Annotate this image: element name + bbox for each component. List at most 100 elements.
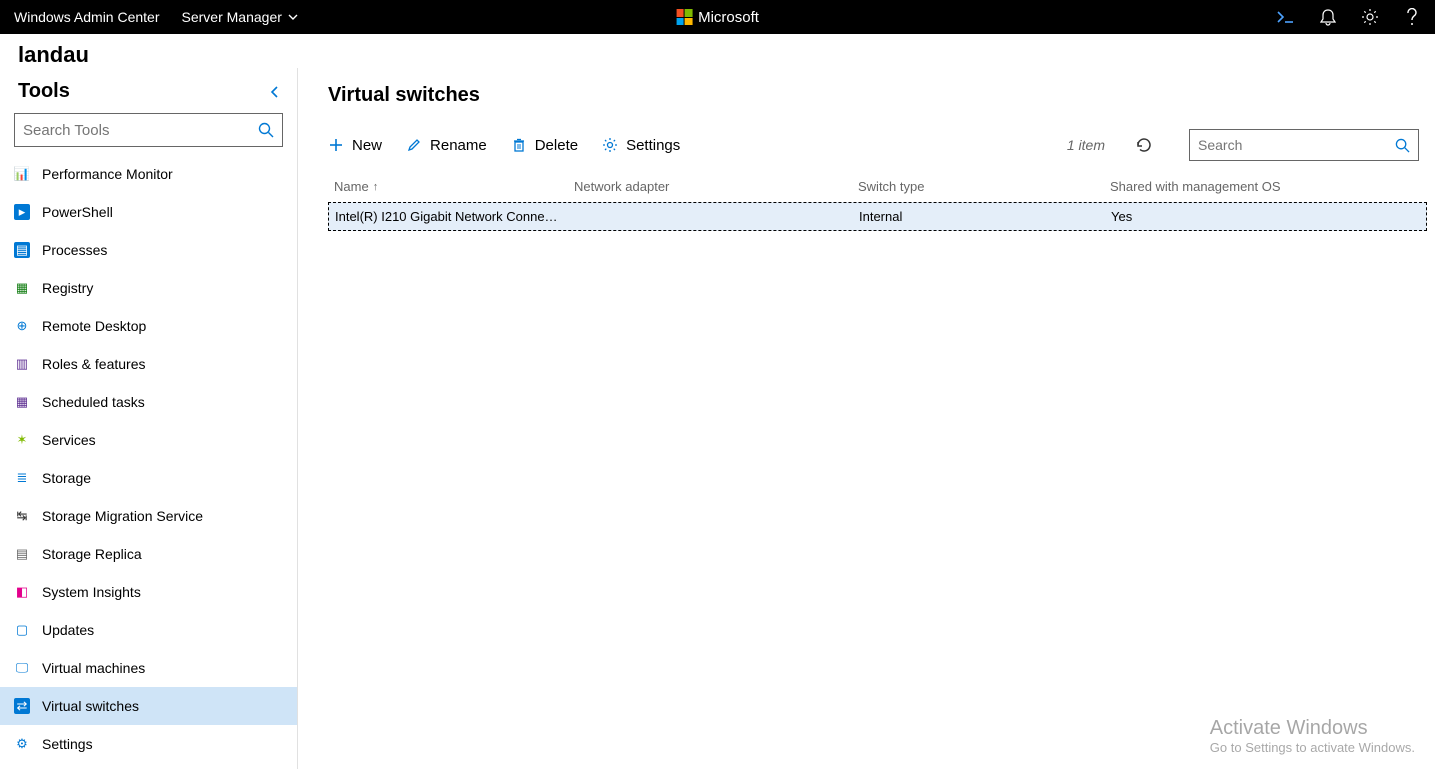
sidebar-item-virtual-machines[interactable]: 🖵 Virtual machines [0, 649, 297, 687]
sidebar-item-label: PowerShell [42, 204, 113, 220]
sidebar-item-services[interactable]: ✶Services [0, 421, 297, 459]
grid: Name↑ Network adapter Switch type Shared… [328, 175, 1435, 231]
search-icon [1395, 138, 1410, 153]
new-label: New [352, 137, 382, 154]
scope-label: Server Manager [182, 9, 282, 25]
gear-icon [602, 137, 618, 153]
disk-icon: ≣ [14, 470, 30, 486]
cell-shared: Yes [1105, 209, 1426, 224]
sort-asc-icon: ↑ [373, 181, 379, 193]
sidebar-item-system-insights[interactable]: ◧ System Insights [0, 573, 297, 611]
content: Virtual switches New Rename Delete Setti… [298, 68, 1435, 769]
console-icon[interactable] [1277, 8, 1295, 26]
sidebar-item-settings[interactable]: ⚙ Settings [0, 725, 297, 763]
sidebar-item-updates[interactable]: ▢ Updates [0, 611, 297, 649]
grid-search-input[interactable] [1198, 137, 1395, 153]
watermark-sub: Go to Settings to activate Windows. [1210, 740, 1415, 755]
toolbar: New Rename Delete Settings 1 item [328, 125, 1435, 175]
cell-name: Intel(R) I210 Gigabit Network Connectio.… [329, 209, 569, 224]
vswitch-icon: ⇄ [14, 698, 30, 714]
sidebar-item-label: Remote Desktop [42, 318, 146, 334]
sidebar-item-label: Processes [42, 242, 107, 258]
registry-icon: ▦ [14, 280, 30, 296]
tools-search-input[interactable] [23, 122, 258, 139]
chart-icon: 📊 [14, 166, 30, 182]
bell-icon[interactable] [1319, 8, 1337, 26]
cell-adapter [569, 209, 853, 224]
grid-search[interactable] [1189, 129, 1419, 161]
table-row[interactable]: Intel(R) I210 Gigabit Network Connectio.… [328, 202, 1427, 231]
grid-header: Name↑ Network adapter Switch type Shared… [328, 175, 1435, 202]
item-count: 1 item [1067, 137, 1105, 153]
sidebar-item-processes[interactable]: ▤ Processes [0, 231, 297, 269]
sidebar-item-registry[interactable]: ▦ Registry [0, 269, 297, 307]
sidebar-item-storage-replica[interactable]: ▤Storage Replica [0, 535, 297, 573]
sidebar-item-label: Scheduled tasks [42, 394, 145, 410]
sidebar-item-label: Storage Replica [42, 546, 142, 562]
vm-icon: 🖵 [14, 660, 30, 676]
col-network-adapter[interactable]: Network adapter [568, 179, 852, 194]
settings-button[interactable]: Settings [602, 137, 680, 154]
trash-icon [511, 137, 527, 153]
sidebar-item-label: Settings [42, 736, 93, 752]
server-name: landau [0, 34, 1435, 68]
col-shared[interactable]: Shared with management OS [1104, 179, 1435, 194]
pencil-icon [406, 137, 422, 153]
sidebar: Tools 📊 Performance Monitor ▸ PowerShell ▤… [0, 68, 298, 769]
powershell-icon: ▸ [14, 204, 30, 220]
process-icon: ▤ [14, 242, 30, 258]
delete-label: Delete [535, 137, 578, 154]
sidebar-item-roles-features[interactable]: ▥ Roles & features [0, 345, 297, 383]
sidebar-item-performance-monitor[interactable]: 📊 Performance Monitor [0, 155, 297, 193]
col-switch-type[interactable]: Switch type [852, 179, 1104, 194]
sidebar-item-label: Roles & features [42, 356, 146, 372]
sidebar-item-powershell[interactable]: ▸ PowerShell [0, 193, 297, 231]
updates-icon: ▢ [14, 622, 30, 638]
tools-title: Tools [18, 80, 70, 103]
brand-label: Microsoft [698, 9, 759, 26]
chevron-down-icon [288, 12, 298, 22]
gear-icon: ✶ [14, 432, 30, 448]
gear-icon[interactable] [1361, 8, 1379, 26]
sidebar-item-storage-migration[interactable]: ↹ Storage Migration Service [0, 497, 297, 535]
gear-icon: ⚙ [14, 736, 30, 752]
sidebar-item-label: Updates [42, 622, 94, 638]
sidebar-item-scheduled-tasks[interactable]: ▦ Scheduled tasks [0, 383, 297, 421]
microsoft-logo-icon [676, 9, 692, 25]
help-icon[interactable] [1403, 8, 1421, 26]
watermark-title: Activate Windows [1210, 717, 1415, 740]
rename-button[interactable]: Rename [406, 137, 487, 154]
settings-label: Settings [626, 137, 680, 154]
refresh-button[interactable] [1135, 136, 1153, 154]
sidebar-item-remote-desktop[interactable]: ⊕ Remote Desktop [0, 307, 297, 345]
roles-icon: ▥ [14, 356, 30, 372]
rename-label: Rename [430, 137, 487, 154]
sidebar-item-label: Storage [42, 470, 91, 486]
remote-desktop-icon: ⊕ [14, 318, 30, 334]
tools-list[interactable]: 📊 Performance Monitor ▸ PowerShell ▤ Proces… [0, 155, 297, 769]
page-title: Virtual switches [328, 84, 1435, 107]
app-title: Windows Admin Center [14, 9, 160, 25]
sidebar-item-label: Registry [42, 280, 93, 296]
sidebar-item-label: System Insights [42, 584, 141, 600]
col-name[interactable]: Name↑ [328, 179, 568, 194]
scope-dropdown[interactable]: Server Manager [182, 9, 298, 25]
activation-watermark: Activate Windows Go to Settings to activ… [1210, 717, 1415, 755]
sidebar-item-label: Performance Monitor [42, 166, 173, 182]
sidebar-item-virtual-switches[interactable]: ⇄Virtual switches [0, 687, 297, 725]
tools-search[interactable] [14, 113, 283, 147]
brand: Microsoft [676, 9, 759, 26]
cell-type: Internal [853, 209, 1105, 224]
migration-icon: ↹ [14, 508, 30, 524]
calendar-icon: ▦ [14, 394, 30, 410]
delete-button[interactable]: Delete [511, 137, 578, 154]
sidebar-item-label: Storage Migration Service [42, 508, 203, 524]
search-icon [258, 122, 274, 138]
topbar: Windows Admin Center Server Manager Micr… [0, 0, 1435, 34]
new-button[interactable]: New [328, 137, 382, 154]
collapse-icon[interactable] [269, 85, 279, 99]
plus-icon [328, 137, 344, 153]
sidebar-item-label: Virtual machines [42, 660, 145, 676]
insights-icon: ◧ [14, 584, 30, 600]
sidebar-item-storage[interactable]: ≣ Storage [0, 459, 297, 497]
